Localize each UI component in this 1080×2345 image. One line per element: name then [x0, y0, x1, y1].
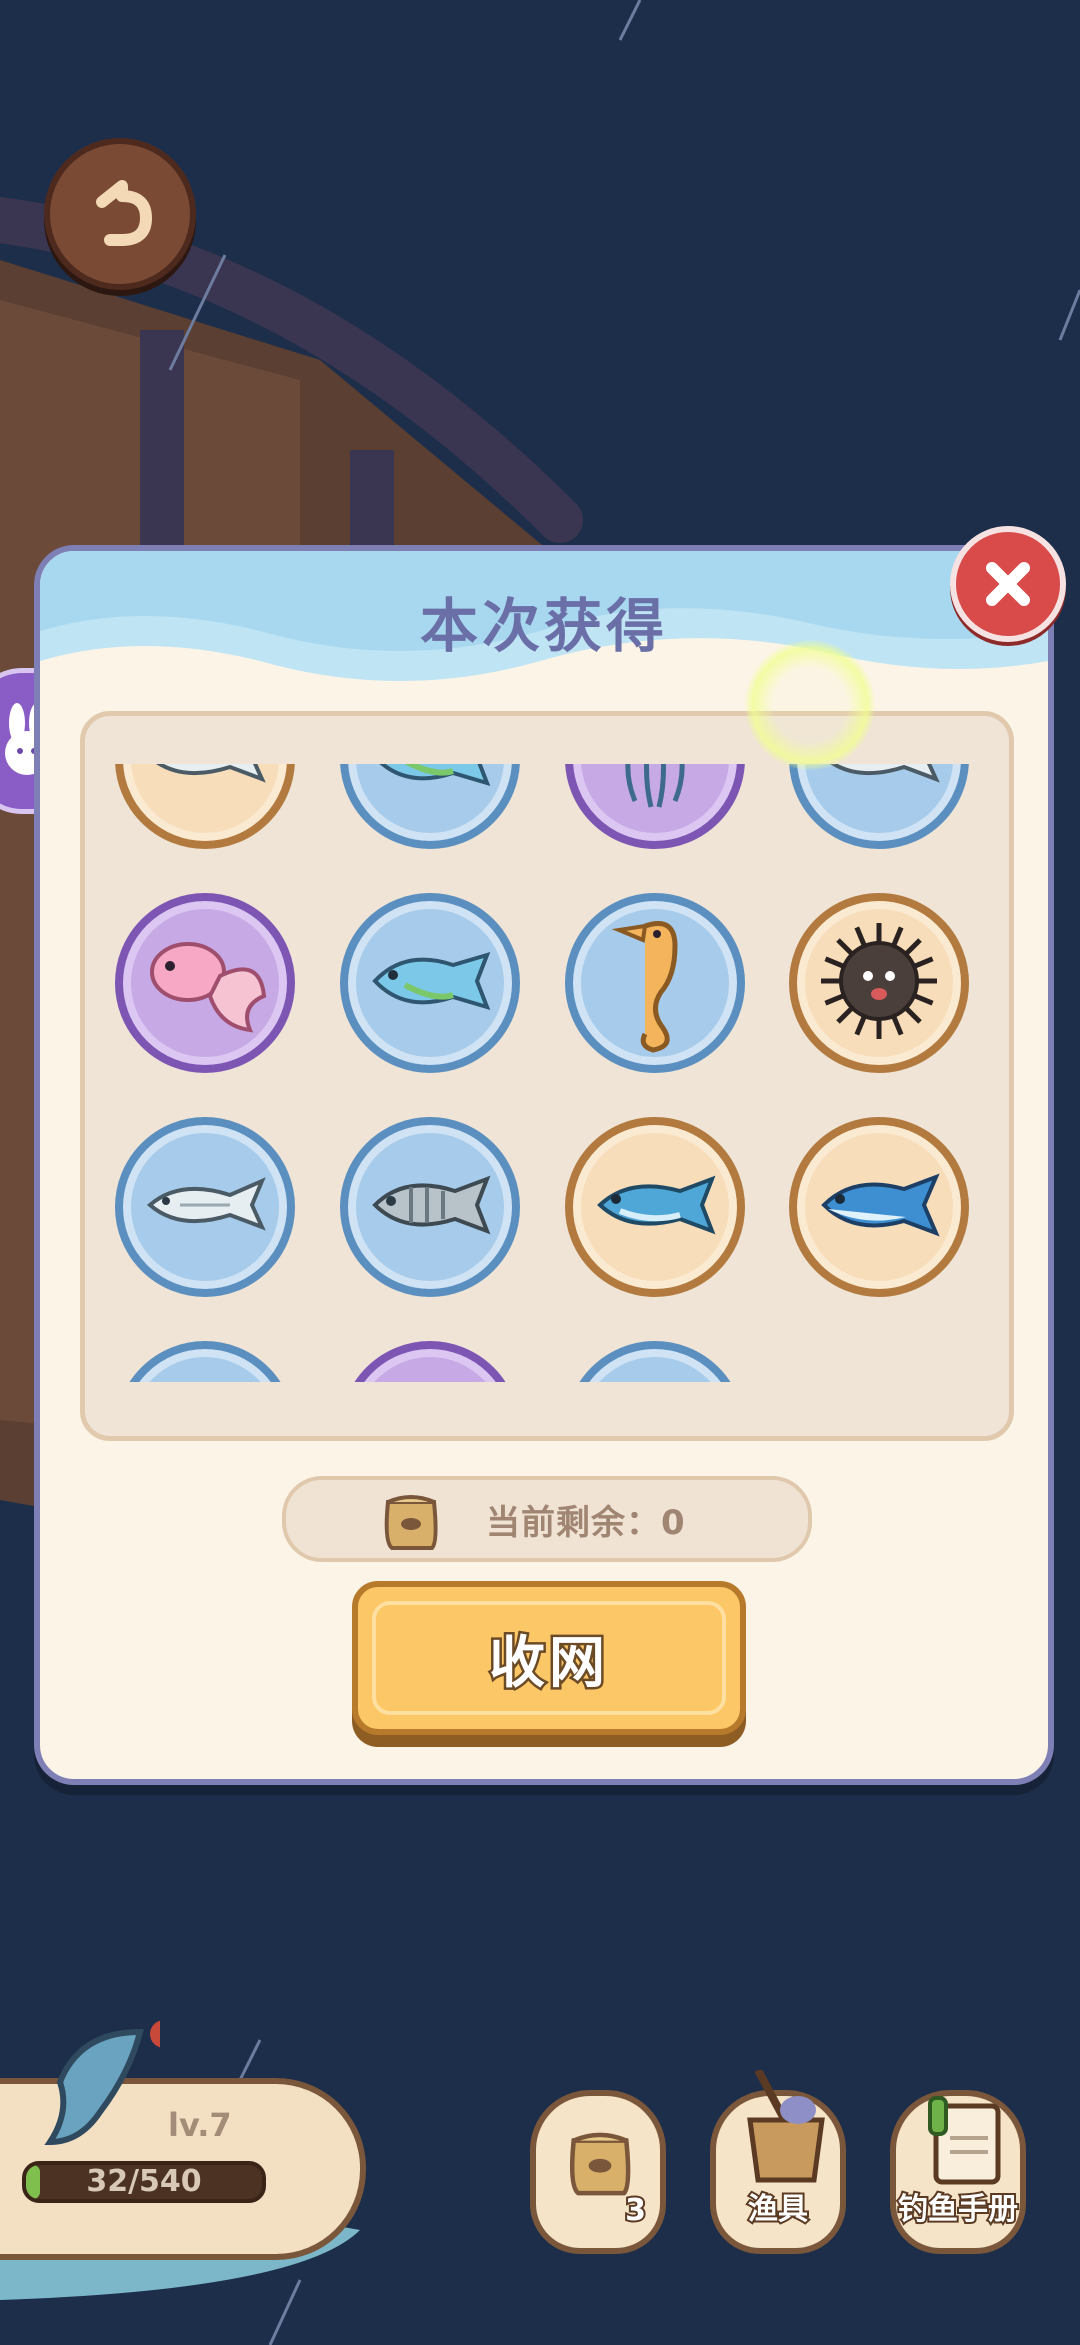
- sparkle-effect: [745, 640, 875, 770]
- collect-net-label: 收网: [487, 1628, 609, 1698]
- catch-item-jellyfish[interactable]: [565, 764, 745, 849]
- remaining-bar: 当前剩余：0: [282, 1476, 812, 1562]
- catch-item-partial[interactable]: [115, 1341, 295, 1382]
- blue-green-fish-icon: [365, 941, 495, 1025]
- catch-item-goldfish[interactable]: [115, 893, 295, 1073]
- back-arrow-icon: [96, 180, 152, 246]
- catch-item-blue-green-fish[interactable]: [340, 764, 520, 849]
- bait-button[interactable]: 3: [530, 2090, 666, 2254]
- player-level: lv.7: [168, 2106, 232, 2144]
- seahorse-icon: [605, 906, 705, 1060]
- close-button[interactable]: [950, 526, 1066, 642]
- handbook-label: 钓鱼手册: [896, 2190, 1020, 2229]
- catch-item-partial[interactable]: [340, 1341, 520, 1382]
- catch-result-dialog: 本次获得 当前剩余：0 收网: [34, 545, 1054, 1785]
- back-button[interactable]: [44, 138, 196, 290]
- bluefin-fish-icon: [814, 1165, 944, 1249]
- catch-item-silver-fish[interactable]: [789, 764, 969, 849]
- catch-item-bluefin-fish[interactable]: [789, 1117, 969, 1297]
- blue-mackerel-icon: [590, 1165, 720, 1249]
- catch-item-partial[interactable]: [565, 1341, 745, 1382]
- close-icon: [986, 562, 1030, 606]
- catch-item-silver-fish[interactable]: [115, 1117, 295, 1297]
- xp-text: 32/540: [86, 2164, 202, 2199]
- jellyfish-icon: [595, 764, 715, 821]
- bait-bag-icon: [569, 2132, 631, 2196]
- gear-label: 渔具: [746, 2190, 810, 2229]
- bait-bag-icon: [384, 1495, 438, 1550]
- fish-mascot-icon: [44, 2020, 160, 2146]
- handbook-button[interactable]: 钓鱼手册: [890, 2090, 1026, 2254]
- sea-urchin-icon: [814, 916, 944, 1050]
- silver-fish-icon: [814, 764, 944, 801]
- catch-grid-panel: [80, 711, 1014, 1441]
- handbook-icon: [928, 2096, 1001, 2185]
- xp-bar: 32/540: [22, 2161, 266, 2203]
- blue-green-fish-icon: [365, 764, 495, 801]
- gear-button[interactable]: 渔具: [710, 2070, 846, 2254]
- catch-item-blue-mackerel[interactable]: [565, 1117, 745, 1297]
- silver-fish-icon: [140, 764, 270, 801]
- bait-count: 3: [623, 2191, 648, 2230]
- remaining-label: 当前剩余：0: [486, 1502, 686, 1543]
- catch-item-grey-striped-fish[interactable]: [340, 1117, 520, 1297]
- catch-item-blue-green-fish[interactable]: [340, 893, 520, 1073]
- silver-fish-icon: [140, 1165, 270, 1249]
- catch-item-seahorse[interactable]: [565, 893, 745, 1073]
- dialog-title: 本次获得: [419, 592, 668, 660]
- grey-striped-fish-icon: [365, 1165, 495, 1249]
- goldfish-icon: [140, 926, 270, 1040]
- catch-item-silver-fish[interactable]: [115, 764, 295, 849]
- catch-item-sea-urchin[interactable]: [789, 893, 969, 1073]
- bucket-icon: [747, 2070, 825, 2183]
- catch-grid-viewport[interactable]: [85, 764, 1009, 1382]
- collect-net-button[interactable]: 收网: [352, 1581, 746, 1735]
